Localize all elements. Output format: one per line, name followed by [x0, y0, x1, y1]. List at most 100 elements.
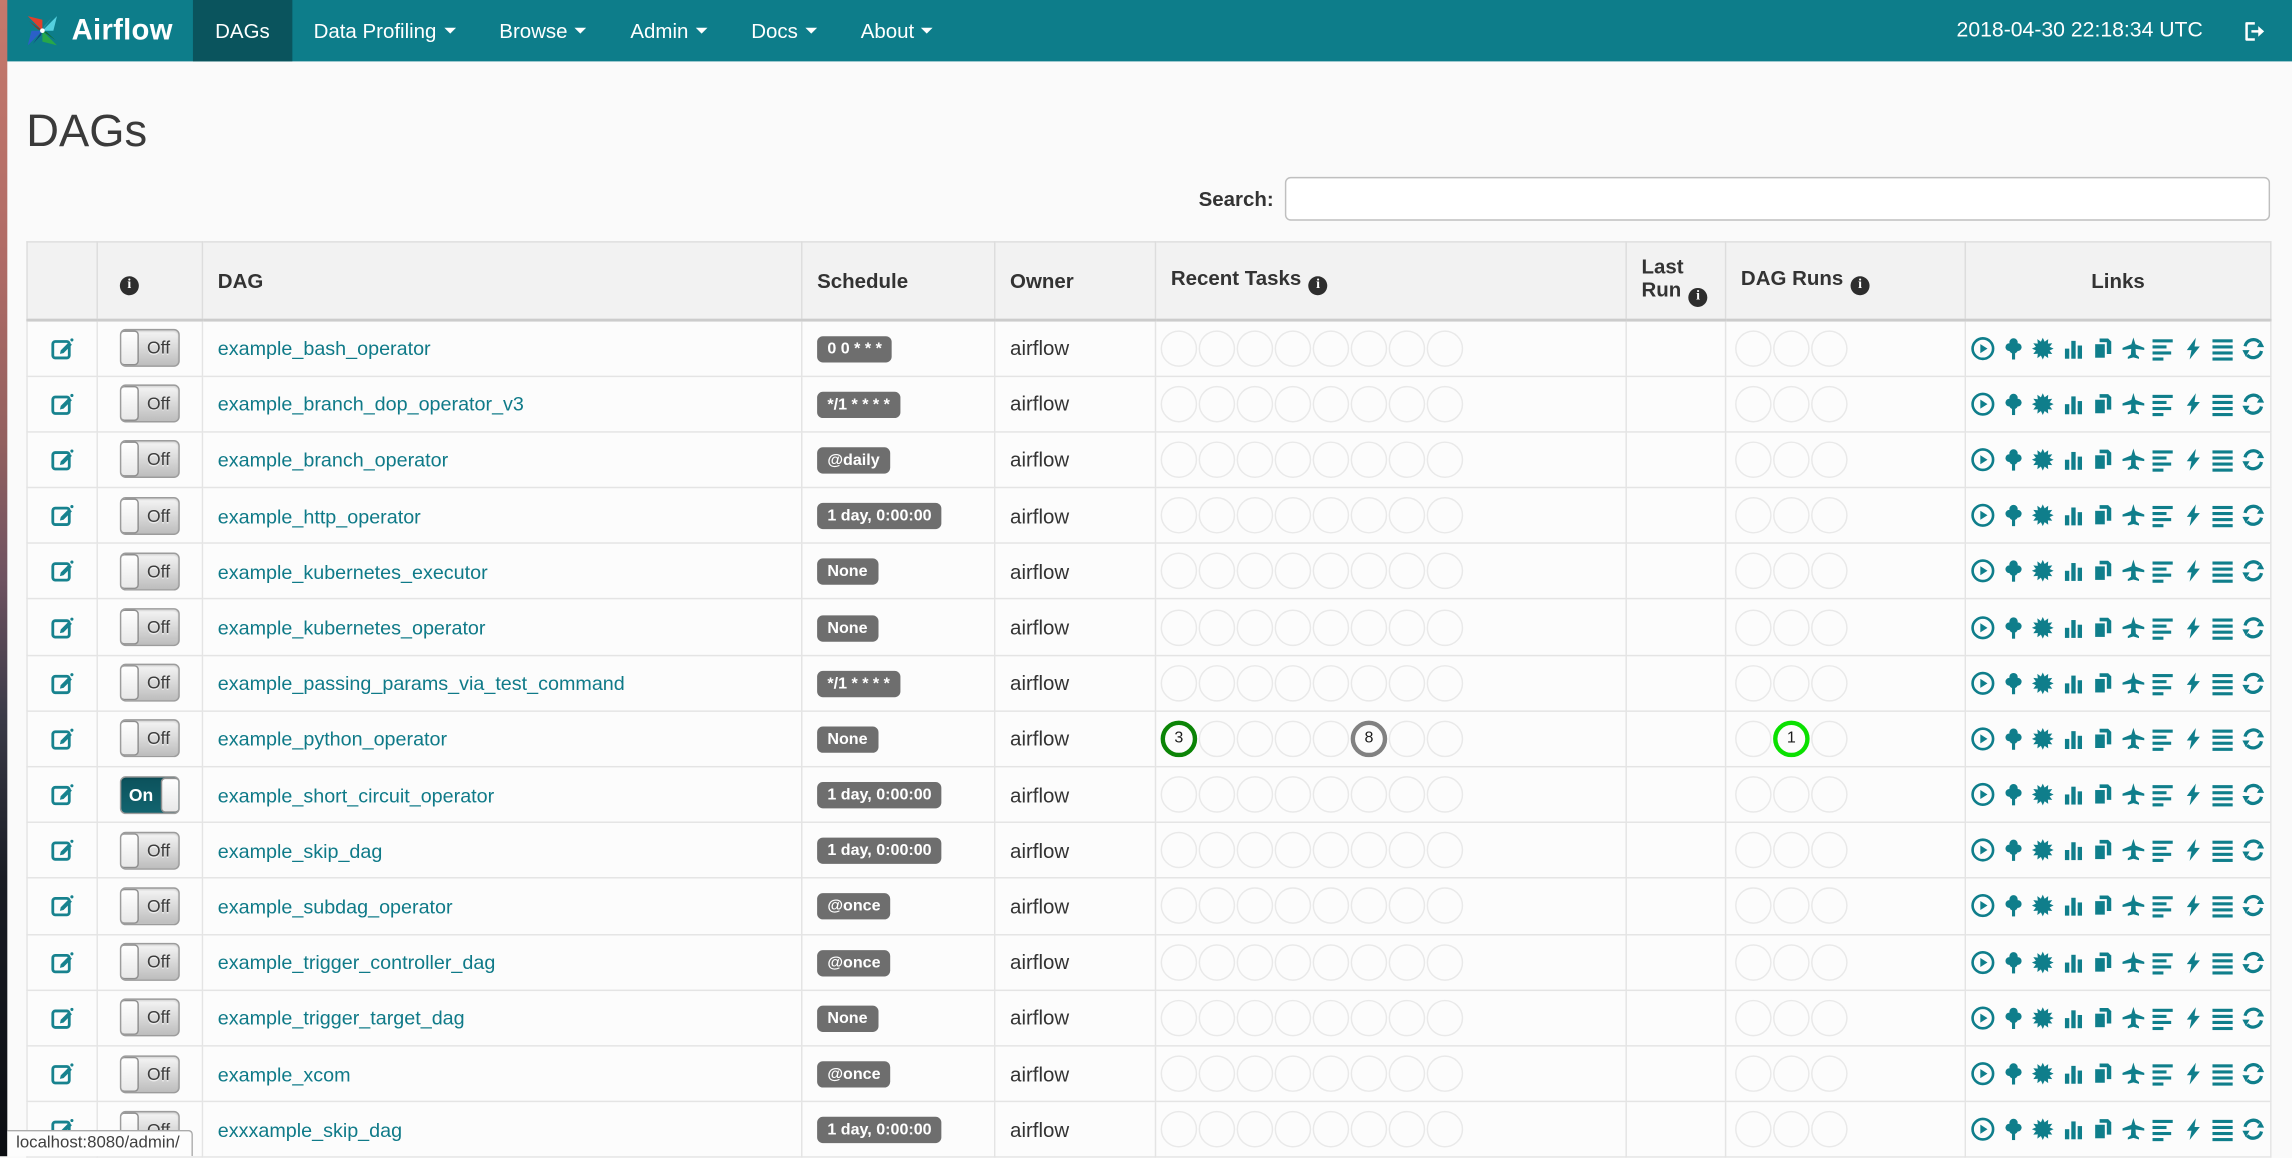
task-state-circle-empty[interactable]	[1350, 664, 1388, 702]
task-state-circle-empty[interactable]	[1160, 887, 1198, 925]
dag-name-link[interactable]: example_subdag_operator	[218, 896, 453, 918]
dag-run-circle-empty[interactable]	[1811, 999, 1848, 1037]
edit-dag-icon[interactable]	[50, 950, 75, 975]
logs-icon[interactable]	[2211, 447, 2236, 472]
landing-times-icon[interactable]	[2121, 726, 2146, 751]
logs-icon[interactable]	[2211, 671, 2236, 696]
landing-times-icon[interactable]	[2121, 782, 2146, 807]
task-state-circle-empty[interactable]	[1236, 497, 1274, 534]
task-state-circle-empty[interactable]	[1160, 497, 1198, 534]
edit-dag-icon[interactable]	[50, 559, 75, 584]
dag-pause-toggle[interactable]: Off	[119, 608, 180, 647]
logs-icon[interactable]	[2211, 615, 2236, 640]
gantt-view-icon[interactable]	[2151, 671, 2176, 696]
code-view-icon[interactable]	[2181, 615, 2206, 640]
gantt-view-icon[interactable]	[2151, 1005, 2176, 1030]
task-duration-icon[interactable]	[2061, 1061, 2086, 1086]
gantt-view-icon[interactable]	[2151, 838, 2176, 863]
task-duration-icon[interactable]	[2061, 671, 2086, 696]
dag-name-link[interactable]: example_skip_dag	[218, 840, 383, 862]
tree-view-icon[interactable]	[2001, 1061, 2026, 1086]
task-state-circle-empty[interactable]	[1236, 776, 1274, 813]
task-state-circle-empty[interactable]	[1350, 832, 1388, 869]
task-state-circle-empty[interactable]	[1198, 385, 1236, 423]
task-state-circle-empty[interactable]	[1388, 720, 1426, 758]
edit-dag-icon[interactable]	[50, 671, 75, 696]
task-duration-icon[interactable]	[2061, 1005, 2086, 1030]
task-state-circle-empty[interactable]	[1198, 330, 1236, 367]
code-view-icon[interactable]	[2181, 1061, 2206, 1086]
task-state-circle-empty[interactable]	[1350, 385, 1388, 423]
refresh-icon[interactable]	[2240, 1005, 2265, 1030]
dag-run-circle-empty[interactable]	[1811, 385, 1848, 423]
task-state-circle-empty[interactable]	[1160, 943, 1198, 981]
task-state-circle-success[interactable]: 3	[1160, 720, 1198, 758]
dag-pause-toggle[interactable]: Off	[119, 831, 180, 870]
task-state-circle-empty[interactable]	[1198, 999, 1236, 1037]
dag-pause-toggle[interactable]: Off	[119, 663, 180, 702]
task-tries-icon[interactable]	[2091, 615, 2116, 640]
task-state-circle-empty[interactable]	[1160, 441, 1198, 478]
edit-dag-icon[interactable]	[50, 1061, 75, 1086]
task-state-circle-empty[interactable]	[1160, 999, 1198, 1037]
task-state-circle-empty[interactable]	[1388, 999, 1426, 1037]
dag-run-circle-empty[interactable]	[1735, 999, 1772, 1037]
dag-run-circle-empty[interactable]	[1773, 497, 1810, 534]
edit-dag-icon[interactable]	[50, 391, 75, 416]
dag-name-link[interactable]: example_kubernetes_executor	[218, 561, 488, 583]
trigger-dag-icon[interactable]	[1971, 1117, 1996, 1142]
tree-view-icon[interactable]	[2001, 503, 2026, 528]
refresh-icon[interactable]	[2240, 559, 2265, 584]
dag-name-link[interactable]: example_http_operator	[218, 505, 421, 527]
nav-item-docs[interactable]: Docs	[729, 0, 838, 61]
task-state-circle-empty[interactable]	[1312, 1111, 1350, 1148]
logs-icon[interactable]	[2211, 782, 2236, 807]
landing-times-icon[interactable]	[2121, 559, 2146, 584]
trigger-dag-icon[interactable]	[1971, 447, 1996, 472]
dag-run-circle-empty[interactable]	[1811, 608, 1848, 646]
dag-run-circle-empty[interactable]	[1735, 497, 1772, 534]
dag-name-link[interactable]: example_passing_params_via_test_command	[218, 673, 625, 695]
task-state-circle-empty[interactable]	[1274, 943, 1312, 981]
task-state-circle-empty[interactable]	[1236, 330, 1274, 367]
dag-pause-toggle[interactable]: Off	[119, 496, 180, 535]
task-state-circle-empty[interactable]	[1426, 776, 1464, 813]
dag-run-circle-empty[interactable]	[1811, 776, 1848, 813]
dag-name-link[interactable]: example_branch_dop_operator_v3	[218, 394, 524, 416]
graph-view-icon[interactable]	[2031, 1005, 2056, 1030]
logs-icon[interactable]	[2211, 559, 2236, 584]
task-state-circle-empty[interactable]	[1236, 943, 1274, 981]
sign-out-icon[interactable]	[2241, 18, 2266, 43]
task-state-circle-empty[interactable]	[1350, 1111, 1388, 1148]
refresh-icon[interactable]	[2240, 336, 2265, 361]
task-state-circle-empty[interactable]	[1198, 1055, 1236, 1092]
dag-run-circle-empty[interactable]	[1773, 776, 1810, 813]
task-state-circle-empty[interactable]	[1274, 832, 1312, 869]
refresh-icon[interactable]	[2240, 1117, 2265, 1142]
landing-times-icon[interactable]	[2121, 1005, 2146, 1030]
dag-run-circle-empty[interactable]	[1735, 720, 1772, 758]
edit-dag-icon[interactable]	[50, 503, 75, 528]
task-state-circle-empty[interactable]	[1274, 330, 1312, 367]
code-view-icon[interactable]	[2181, 894, 2206, 919]
task-state-circle-empty[interactable]	[1350, 497, 1388, 534]
edit-dag-icon[interactable]	[50, 615, 75, 640]
task-state-circle-empty[interactable]	[1236, 999, 1274, 1037]
task-state-circle-empty[interactable]	[1350, 608, 1388, 646]
code-view-icon[interactable]	[2181, 782, 2206, 807]
tree-view-icon[interactable]	[2001, 838, 2026, 863]
nav-item-admin[interactable]: Admin	[608, 0, 729, 61]
trigger-dag-icon[interactable]	[1971, 894, 1996, 919]
trigger-dag-icon[interactable]	[1971, 1061, 1996, 1086]
task-state-circle-empty[interactable]	[1312, 999, 1350, 1037]
dag-name-link[interactable]: example_xcom	[218, 1063, 351, 1085]
edit-dag-icon[interactable]	[50, 838, 75, 863]
landing-times-icon[interactable]	[2121, 447, 2146, 472]
gantt-view-icon[interactable]	[2151, 391, 2176, 416]
code-view-icon[interactable]	[2181, 447, 2206, 472]
code-view-icon[interactable]	[2181, 950, 2206, 975]
trigger-dag-icon[interactable]	[1971, 559, 1996, 584]
task-tries-icon[interactable]	[2091, 391, 2116, 416]
tree-view-icon[interactable]	[2001, 1005, 2026, 1030]
task-state-circle-empty[interactable]	[1426, 1055, 1464, 1092]
